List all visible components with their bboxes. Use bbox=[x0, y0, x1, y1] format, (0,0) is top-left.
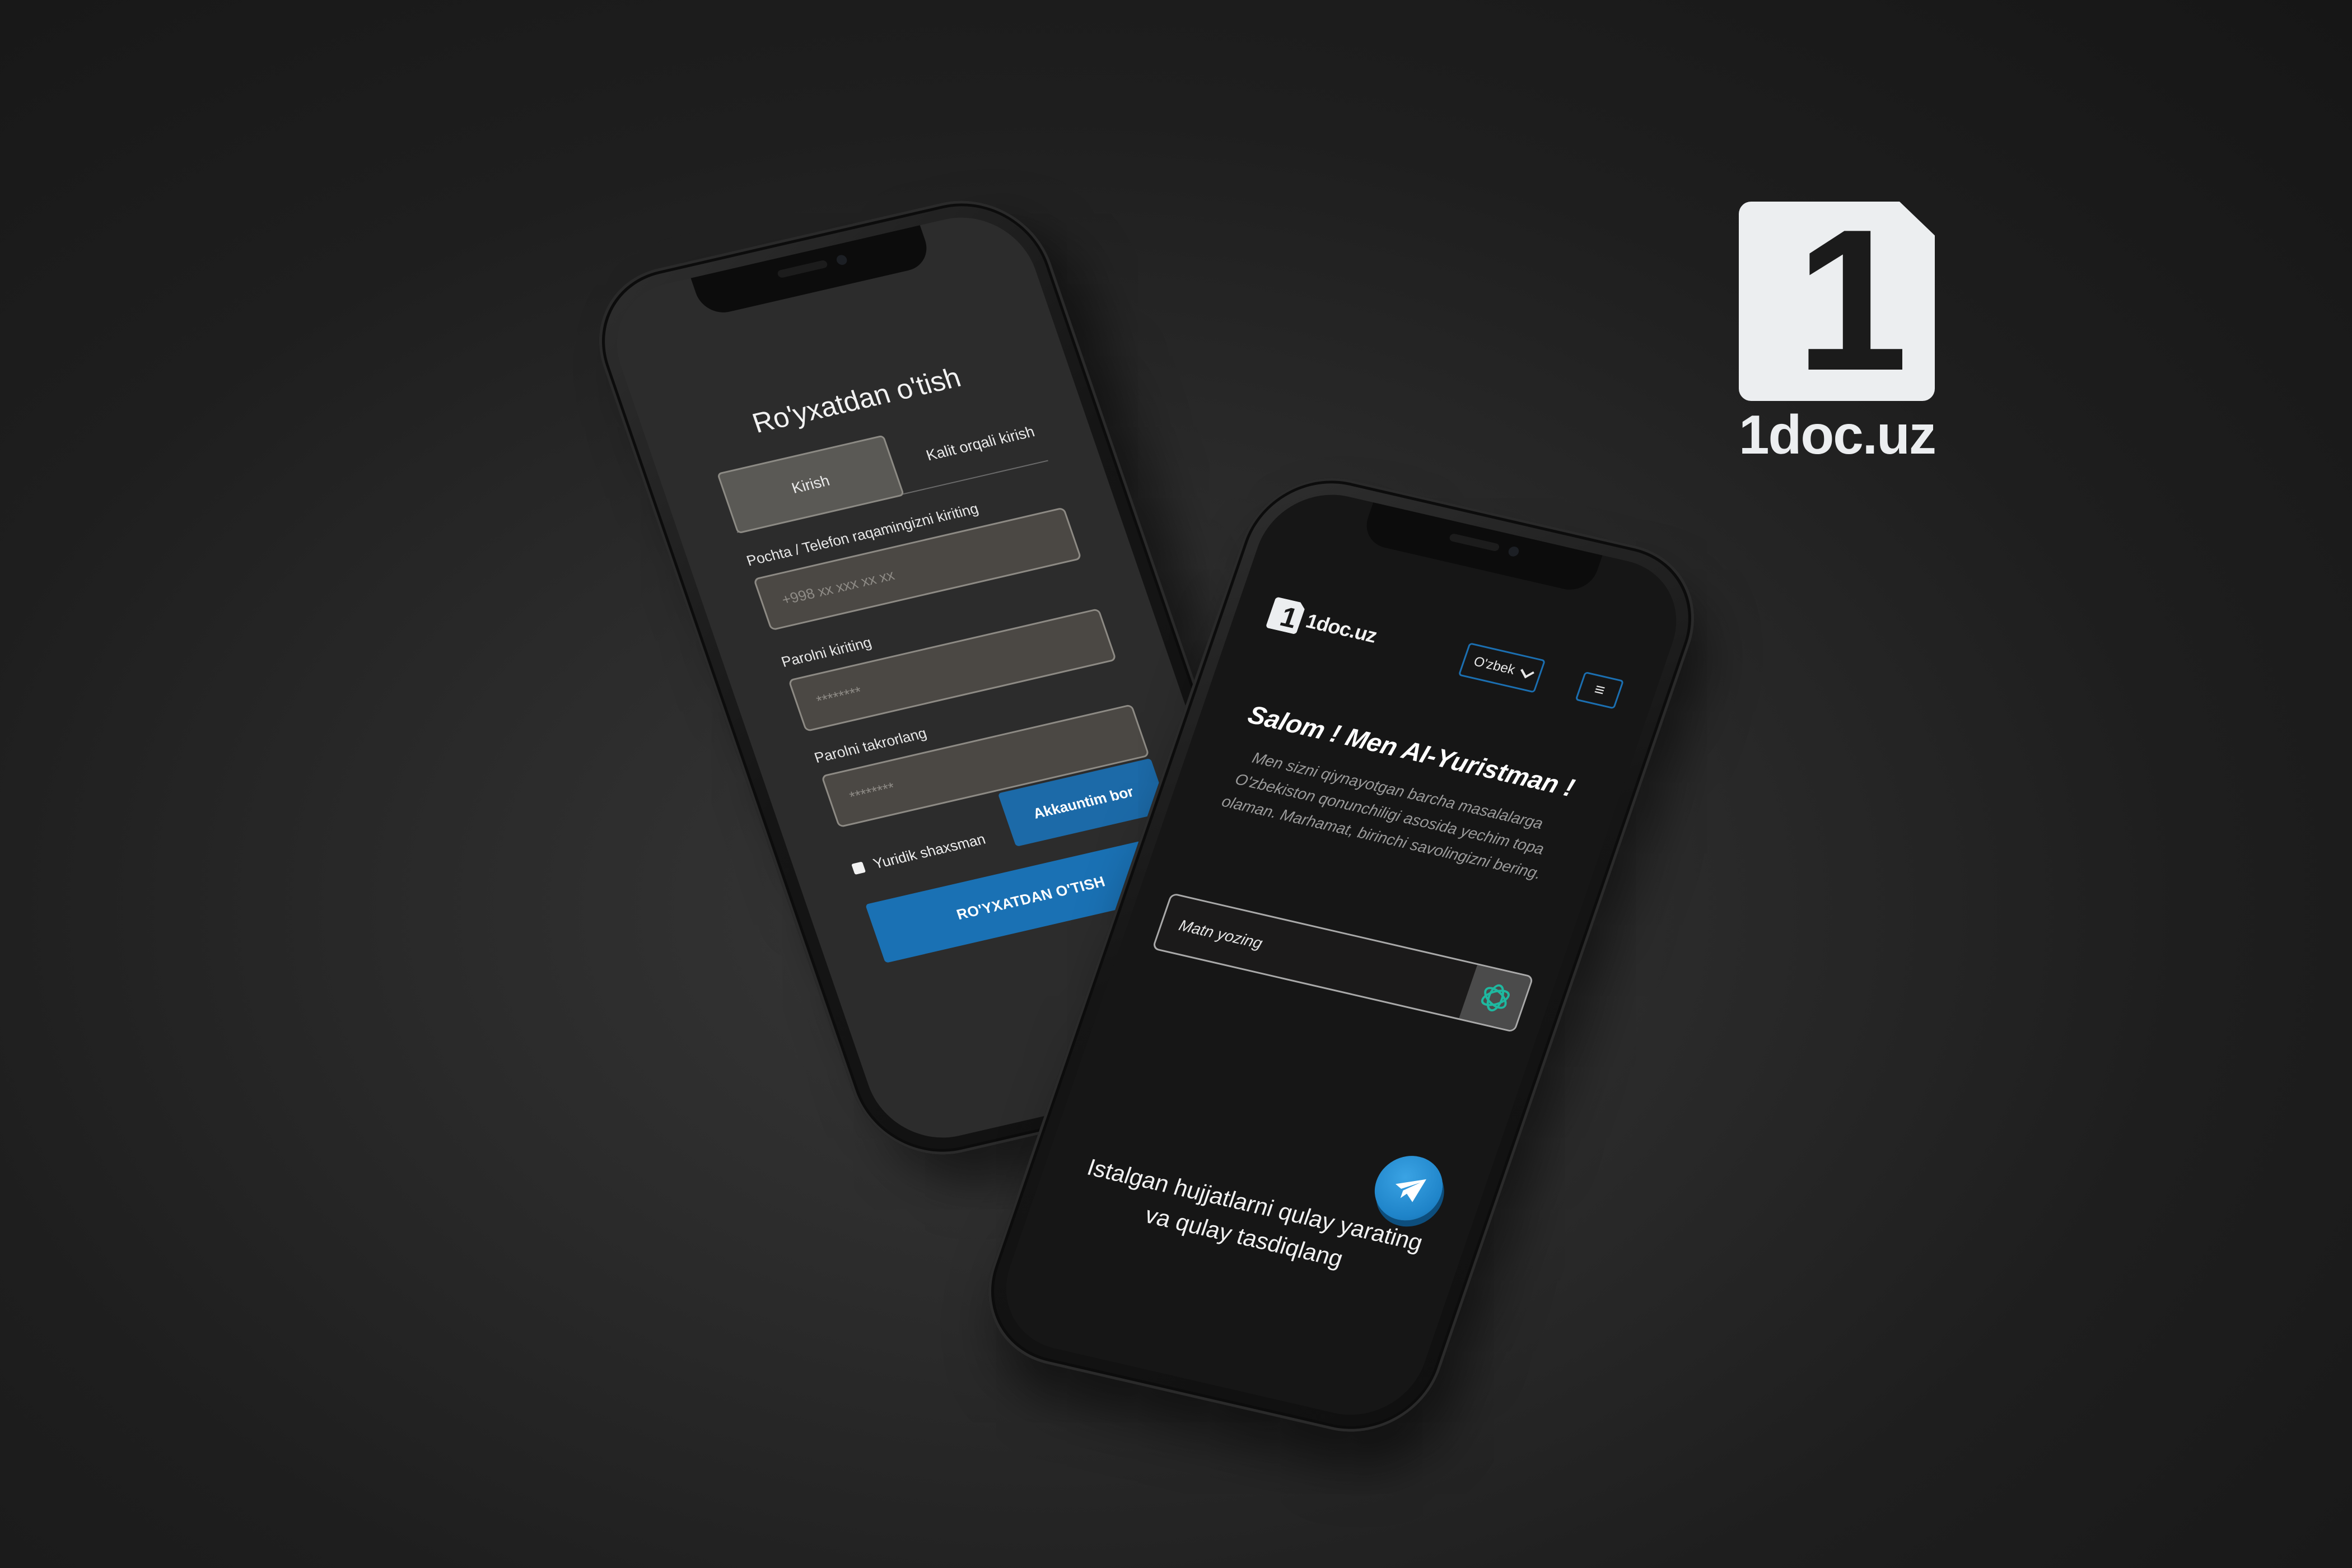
speaker-grille bbox=[1448, 533, 1500, 552]
language-select-value: O'zbek bbox=[1472, 654, 1517, 678]
openai-icon bbox=[1481, 984, 1510, 1012]
camera-icon bbox=[1507, 545, 1520, 558]
checkbox-box[interactable] bbox=[851, 861, 866, 875]
hamburger-icon: ≡ bbox=[1592, 680, 1608, 700]
brand-logo: 1 1doc.uz bbox=[1739, 202, 1940, 466]
header-logo-name: 1doc.uz bbox=[1303, 609, 1380, 647]
telegram-button[interactable] bbox=[1365, 1149, 1452, 1228]
brand-logo-tile: 1 bbox=[1739, 202, 1935, 401]
phone-notch bbox=[1360, 502, 1603, 595]
phone-notch bbox=[690, 225, 934, 318]
camera-icon bbox=[835, 254, 848, 266]
hamburger-menu-button[interactable]: ≡ bbox=[1575, 671, 1625, 710]
header-logo-digit: 1 bbox=[1276, 600, 1302, 634]
password-input[interactable]: ******** bbox=[787, 608, 1117, 732]
send-button[interactable] bbox=[1459, 965, 1532, 1031]
chevron-down-icon bbox=[1520, 665, 1534, 679]
tab-login[interactable]: Kirish bbox=[716, 435, 905, 534]
telegram-icon bbox=[1396, 1179, 1427, 1202]
brand-logo-name: 1doc.uz bbox=[1739, 404, 1936, 465]
brand-logo-digit: 1 bbox=[1795, 188, 1908, 413]
tab-key-login[interactable]: Kalit orqali kirish bbox=[892, 396, 1070, 491]
header-logo-tile: 1 bbox=[1266, 596, 1307, 634]
header-logo[interactable]: 1 1doc.uz bbox=[1266, 596, 1382, 652]
speaker-grille bbox=[776, 259, 829, 279]
legal-entity-label: Yuridik shaxsman bbox=[871, 830, 988, 872]
language-select[interactable]: O'zbek bbox=[1458, 642, 1546, 693]
home-header: 1 1doc.uz O'zbek ≡ bbox=[1261, 592, 1627, 721]
chat-input[interactable]: Matn yozing bbox=[1151, 892, 1534, 1033]
legal-entity-checkbox[interactable]: Yuridik shaxsman bbox=[850, 830, 988, 878]
chat-input-placeholder: Matn yozing bbox=[1177, 916, 1265, 952]
